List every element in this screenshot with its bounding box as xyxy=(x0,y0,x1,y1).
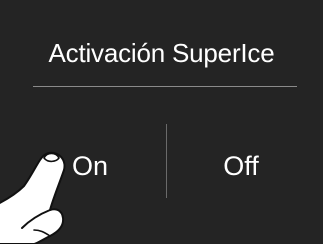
title-divider xyxy=(33,86,297,87)
option-divider xyxy=(166,124,167,198)
on-button-label: On xyxy=(71,151,109,181)
superice-panel: Activación SuperIce On Off xyxy=(0,0,323,244)
off-button-label: Off xyxy=(223,151,259,181)
on-button[interactable]: On xyxy=(50,144,130,188)
panel-title: Activación SuperIce xyxy=(48,38,275,68)
off-button[interactable]: Off xyxy=(196,144,286,188)
